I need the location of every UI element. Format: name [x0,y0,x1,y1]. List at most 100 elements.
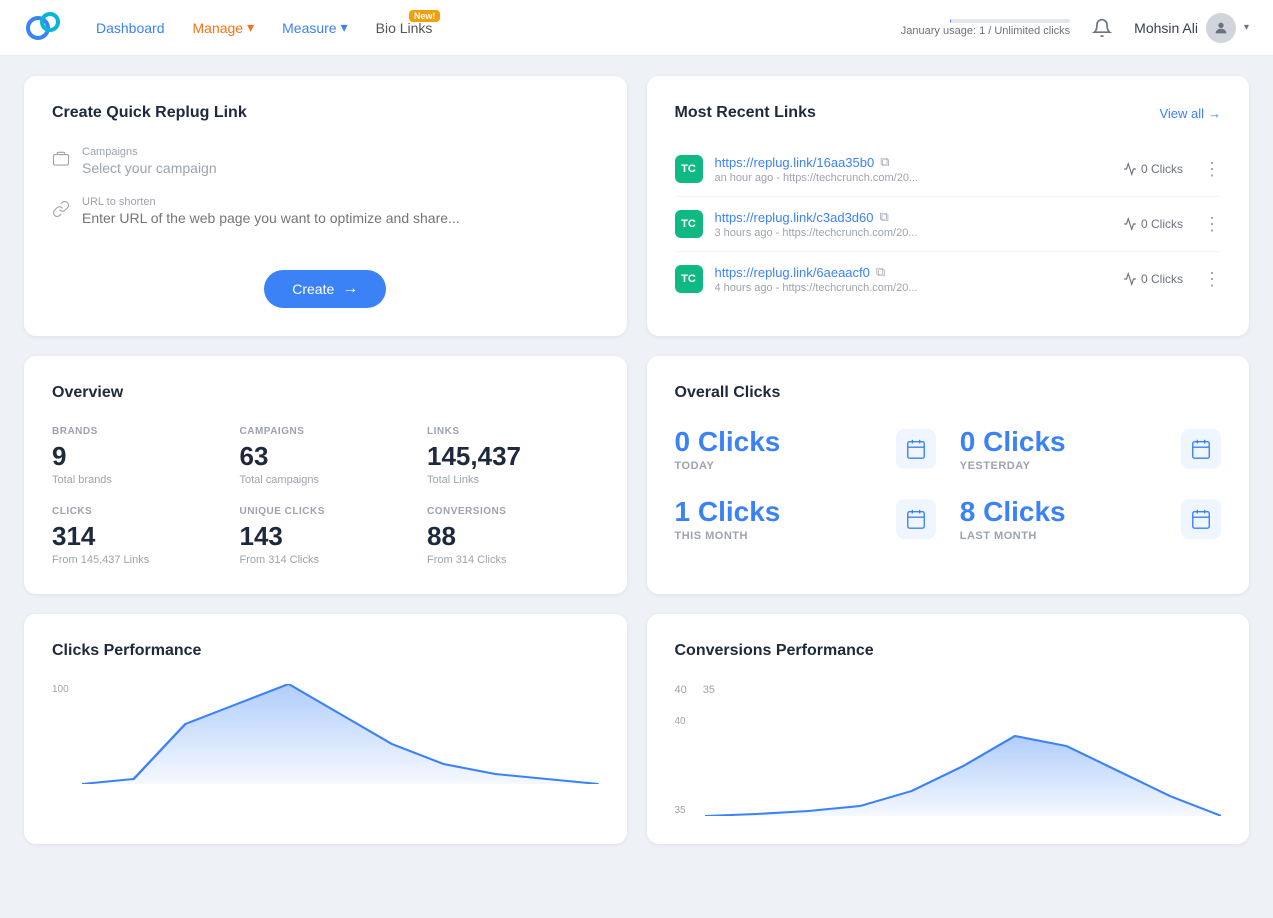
url-label: URL to shorten [82,196,599,208]
overview-stat-item: CLICKS 314 From 145,437 Links [52,506,224,566]
link-url[interactable]: https://replug.link/c3ad3d60 ⧉ [715,209,1111,225]
view-all-link[interactable]: View all → [1159,106,1221,121]
copy-icon[interactable]: ⧉ [880,209,889,225]
link-more-menu[interactable]: ⋮ [1203,215,1221,233]
user-menu[interactable]: Mohsin Ali ▾ [1134,13,1249,43]
conversions-chart-svg [705,716,1222,816]
conversions-performance-card: Conversions Performance 40 35 40 35 [647,614,1250,844]
usage-bar-track [950,19,1070,23]
stat-label: CLICKS [52,506,224,517]
create-arrow-icon: → [342,280,358,298]
links-list: TC https://replug.link/16aa35b0 ⧉ an hou… [675,142,1222,306]
click-stat-info: 1 Clicks THIS MONTH [675,496,781,542]
clicks-performance-card: Clicks Performance 100 [24,614,627,844]
most-recent-header: Most Recent Links View all → [675,104,1222,122]
notification-icon[interactable] [1086,12,1118,44]
nav-manage[interactable]: Manage ▾ [193,19,255,36]
clicks-chart-svg [82,684,599,784]
conv-y-labels: 40 35 [675,716,686,816]
link-clicks: 0 Clicks [1123,217,1183,231]
campaign-field: Campaigns Select your campaign [82,146,599,176]
copy-icon[interactable]: ⧉ [876,264,885,280]
click-value: 8 Clicks [960,496,1066,528]
manage-chevron-icon: ▾ [247,19,254,36]
url-link-icon [52,200,70,221]
nav-dashboard[interactable]: Dashboard [96,20,165,36]
click-value: 0 Clicks [960,426,1066,458]
bio-links-new-badge: New! [409,10,441,22]
stat-value: 63 [240,441,412,472]
link-meta: 3 hours ago - https://techcrunch.com/20.… [715,227,1111,239]
overview-card: Overview BRANDS 9 Total brands CAMPAIGNS… [24,356,627,594]
stat-label: BRANDS [52,426,224,437]
link-url[interactable]: https://replug.link/16aa35b0 ⧉ [715,154,1111,170]
overview-stats-grid: BRANDS 9 Total brands CAMPAIGNS 63 Total… [52,426,599,566]
create-button[interactable]: Create → [264,270,386,308]
click-label: YESTERDAY [960,460,1066,472]
link-item: TC https://replug.link/16aa35b0 ⧉ an hou… [675,142,1222,197]
navbar-right: January usage: 1 / Unlimited clicks Mohs… [901,12,1249,44]
click-stat-info: 8 Clicks LAST MONTH [960,496,1066,542]
stat-value: 145,437 [427,441,599,472]
click-stat-info: 0 Clicks TODAY [675,426,781,472]
navbar: Dashboard Manage ▾ Measure ▾ Bio Links N… [0,0,1273,56]
overview-stat-item: UNIQUE CLICKS 143 From 314 Clicks [240,506,412,566]
overall-clicks-title: Overall Clicks [675,384,1222,402]
usage-text: January usage: 1 / Unlimited clicks [901,25,1070,37]
user-name: Mohsin Ali [1134,20,1198,36]
campaign-placeholder[interactable]: Select your campaign [82,160,599,176]
link-favicon: TC [675,210,703,238]
link-url[interactable]: https://replug.link/6aeaacf0 ⧉ [715,264,1111,280]
link-info: https://replug.link/16aa35b0 ⧉ an hour a… [715,154,1111,184]
link-favicon: TC [675,265,703,293]
link-clicks: 0 Clicks [1123,272,1183,286]
dashboard-grid: Create Quick Replug Link Campaigns Selec… [24,76,1249,844]
link-meta: an hour ago - https://techcrunch.com/20.… [715,172,1111,184]
click-label: THIS MONTH [675,530,781,542]
user-avatar [1206,13,1236,43]
overview-stat-item: CAMPAIGNS 63 Total campaigns [240,426,412,486]
conv-y1: 40 [675,684,687,696]
clicks-stats-grid: 0 Clicks TODAY 0 Clicks YESTERDAY [675,426,1222,542]
stat-sub: From 314 Clicks [427,554,599,566]
url-input[interactable] [82,210,599,226]
main-content: Create Quick Replug Link Campaigns Selec… [0,56,1273,918]
link-more-menu[interactable]: ⋮ [1203,270,1221,288]
url-form-group: URL to shorten [52,196,599,226]
logo[interactable] [24,8,64,48]
most-recent-links-card: Most Recent Links View all → TC https://… [647,76,1250,336]
stat-value: 143 [240,521,412,552]
calendar-icon [896,429,936,469]
link-info: https://replug.link/c3ad3d60 ⧉ 3 hours a… [715,209,1111,239]
calendar-icon [896,499,936,539]
conversions-chart-area: 40 35 [675,716,1222,816]
campaign-form-group: Campaigns Select your campaign [52,146,599,176]
clicks-y-labels: 100 [52,684,69,784]
measure-chevron-icon: ▾ [341,19,348,36]
nav-links: Dashboard Manage ▾ Measure ▾ Bio Links N… [96,19,901,36]
link-item: TC https://replug.link/6aeaacf0 ⧉ 4 hour… [675,252,1222,306]
most-recent-title: Most Recent Links [675,104,816,122]
conv-y2: 35 [703,684,715,696]
calendar-icon [1181,429,1221,469]
copy-icon[interactable]: ⧉ [880,154,889,170]
stat-value: 9 [52,441,224,472]
url-field: URL to shorten [82,196,599,226]
create-link-title: Create Quick Replug Link [52,104,599,122]
nav-measure[interactable]: Measure ▾ [282,19,348,36]
campaign-icon [52,150,70,171]
stat-label: CONVERSIONS [427,506,599,517]
stat-label: CAMPAIGNS [240,426,412,437]
conversions-perf-title: Conversions Performance [675,642,1222,660]
view-all-arrow-icon: → [1208,106,1221,121]
usage-section: January usage: 1 / Unlimited clicks [901,19,1070,37]
link-more-menu[interactable]: ⋮ [1203,160,1221,178]
click-stat-item: 0 Clicks TODAY [675,426,936,472]
link-meta: 4 hours ago - https://techcrunch.com/20.… [715,282,1111,294]
stat-sub: Total Links [427,474,599,486]
overview-stat-item: LINKS 145,437 Total Links [427,426,599,486]
calendar-icon [1181,499,1221,539]
overview-stat-item: CONVERSIONS 88 From 314 Clicks [427,506,599,566]
nav-bio-links[interactable]: Bio Links New! [376,20,433,36]
click-stat-info: 0 Clicks YESTERDAY [960,426,1066,472]
